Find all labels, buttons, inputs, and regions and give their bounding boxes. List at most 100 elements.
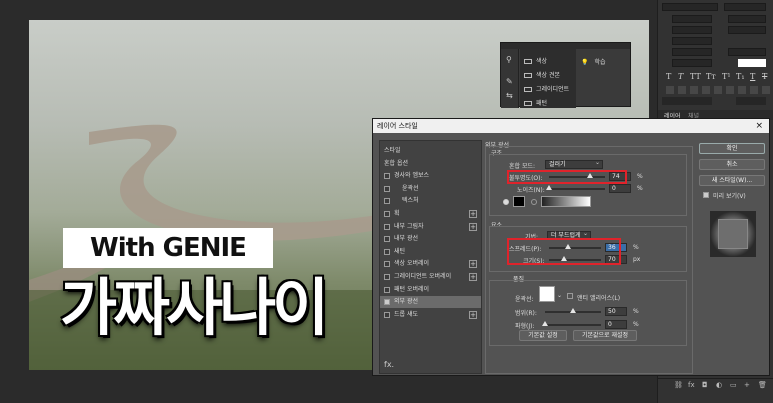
style-item[interactable]: 외부 광선 [380, 296, 481, 309]
noise-input[interactable]: 0 [609, 184, 631, 193]
style-item[interactable]: 그레이디언트 오버레이 + [380, 271, 481, 283]
noise-slider[interactable] [546, 185, 605, 190]
scale-field[interactable] [672, 37, 712, 45]
style-item[interactable]: 내부 그림자 + [380, 221, 481, 233]
blend-mode-dropdown[interactable]: 걸러기 [545, 159, 603, 169]
style-checkbox[interactable] [384, 299, 390, 306]
style-checkbox[interactable] [384, 248, 390, 255]
contour-dropdown-icon[interactable]: ⌄ [557, 292, 562, 299]
glow-color-swatch[interactable] [513, 196, 525, 207]
style-item[interactable]: 혼합 옵션 [380, 158, 481, 170]
style-item[interactable]: 새틴 [380, 246, 481, 258]
font-field[interactable] [662, 3, 718, 11]
underline-icon[interactable]: T [750, 72, 755, 81]
style-checkbox[interactable] [384, 185, 390, 192]
faux-italic-icon[interactable]: T [678, 72, 683, 81]
faux-bold-icon[interactable]: T [666, 72, 671, 81]
anti-alias-checkbox[interactable] [567, 293, 573, 299]
style-checkbox[interactable] [384, 274, 390, 280]
style-checkbox[interactable] [384, 261, 390, 268]
menu-item-patterns[interactable]: 패턴 [524, 98, 547, 107]
preview-checkbox[interactable] [703, 192, 709, 198]
color-radio[interactable] [503, 199, 509, 205]
add-style-icon[interactable]: + [469, 222, 477, 231]
style-checkbox[interactable] [384, 211, 390, 217]
style-checkbox[interactable] [384, 198, 390, 205]
preview-label: 미리 보기(V) [713, 193, 746, 200]
folder-icon[interactable]: ▭ [730, 381, 737, 389]
learn-button[interactable]: 💡 학습 [581, 57, 606, 66]
strikethrough-icon[interactable]: T [762, 72, 767, 81]
baseline-field[interactable] [672, 59, 712, 67]
fx-menu-icon[interactable]: fx. [384, 360, 394, 369]
brush-icon[interactable]: ✎ [506, 77, 513, 86]
style-checkbox[interactable] [384, 236, 390, 243]
noise-thumb[interactable] [546, 185, 552, 190]
new-style-button[interactable]: 새 스타일(W)... [699, 175, 765, 186]
style-item[interactable]: 내부 광선 [380, 233, 481, 245]
blend-mode-value: 걸러기 [549, 161, 566, 168]
style-item-label: 획 [394, 210, 400, 217]
superscript-icon[interactable]: T¹ [722, 72, 731, 81]
style-item[interactable]: 경사와 엠보스 [380, 170, 481, 182]
style-checkbox[interactable] [384, 311, 390, 318]
add-style-icon[interactable]: + [469, 260, 477, 269]
vscale-field[interactable] [672, 48, 712, 56]
ok-button[interactable]: 확인 [699, 143, 765, 154]
adjustment-icon[interactable]: ◐ [716, 381, 722, 389]
style-item[interactable]: 드롭 섀도 + [380, 309, 481, 321]
range-thumb[interactable] [570, 308, 576, 313]
color-swatch[interactable] [738, 59, 766, 67]
jitter-slider[interactable] [542, 321, 601, 326]
mask-icon[interactable]: ◘ [702, 381, 708, 389]
range-slider[interactable] [545, 308, 601, 313]
font-size-field[interactable] [672, 15, 712, 23]
aa-dropdown[interactable] [736, 97, 766, 105]
gradient-swatch[interactable] [541, 196, 591, 207]
sliders-icon[interactable]: ⇆ [506, 91, 513, 100]
make-default-button[interactable]: 기본값 설정 [519, 330, 567, 341]
leading-field[interactable] [728, 15, 766, 23]
reset-default-button[interactable]: 기본값으로 재설정 [573, 330, 637, 341]
trash-icon[interactable]: 🗑 [758, 381, 767, 389]
style-item[interactable]: 스타일 [380, 145, 481, 157]
small-caps-icon[interactable]: Tт [706, 72, 716, 81]
style-item[interactable]: 텍스처 [380, 195, 481, 207]
style-item-label: 그레이디언트 오버레이 [394, 273, 452, 280]
dialog-titlebar[interactable]: 레이어 스타일 × [373, 119, 769, 133]
link-layers-icon[interactable]: ⛓ [674, 381, 683, 389]
style-item[interactable]: 윤곽선 [380, 183, 481, 195]
contour-preview[interactable] [539, 286, 555, 302]
menu-item-gradients-label: 그레이디언트 [536, 86, 570, 93]
fx-icon[interactable]: fx [688, 381, 695, 389]
style-item[interactable]: 색상 오버레이 + [380, 258, 481, 270]
layers-footer: ⛓ fx ◘ ◐ ▭ + 🗑 [658, 378, 773, 392]
subscript-icon[interactable]: T₁ [736, 72, 745, 81]
hscale-field[interactable] [728, 48, 766, 56]
kerning-field[interactable] [672, 26, 712, 34]
tracking-field[interactable] [728, 26, 766, 34]
dialog-title: 레이어 스타일 [377, 122, 418, 130]
font-style-field[interactable] [724, 3, 766, 11]
gradient-radio[interactable] [531, 199, 537, 205]
close-icon[interactable]: × [755, 119, 763, 133]
menu-item-color[interactable]: 색상 [524, 56, 547, 65]
menu-item-swatches[interactable]: 색상 견본 [524, 70, 560, 79]
menu-item-gradients[interactable]: 그레이디언트 [524, 84, 569, 93]
style-checkbox[interactable] [384, 286, 390, 293]
cancel-button[interactable]: 취소 [699, 159, 765, 170]
style-item[interactable]: 획 + [380, 208, 481, 220]
style-checkbox[interactable] [384, 223, 390, 230]
add-style-icon[interactable]: + [469, 210, 477, 218]
add-style-icon[interactable]: + [469, 310, 477, 319]
all-caps-icon[interactable]: TT [690, 72, 701, 81]
jitter-input[interactable]: 0 [605, 320, 627, 329]
language-dropdown[interactable] [662, 97, 712, 105]
style-checkbox[interactable] [384, 173, 390, 180]
range-input[interactable]: 50 [605, 307, 627, 316]
adjust-icon[interactable]: ⚲ [506, 55, 512, 64]
style-item[interactable]: 패턴 오버레이 [380, 284, 481, 296]
new-layer-icon[interactable]: + [744, 381, 750, 389]
jitter-thumb[interactable] [542, 321, 548, 326]
add-style-icon[interactable]: + [469, 273, 477, 281]
